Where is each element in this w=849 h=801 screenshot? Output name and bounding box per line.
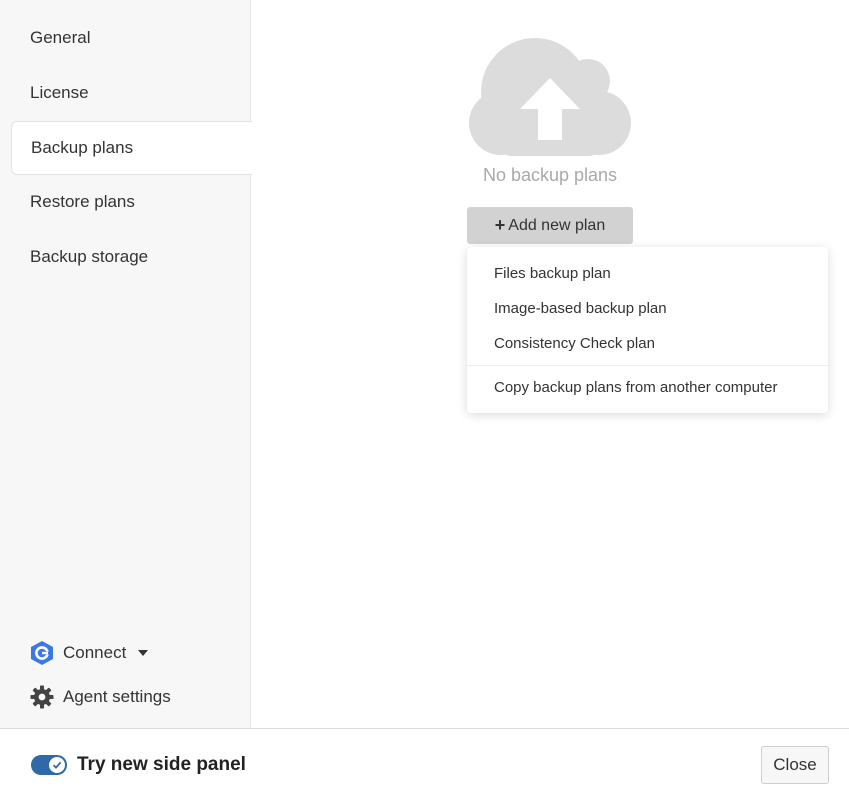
empty-state-text: No backup plans	[482, 165, 618, 185]
menu-item-consistency-check-plan[interactable]: Consistency Check plan	[467, 326, 828, 361]
add-new-plan-button[interactable]: + Add new plan	[467, 207, 633, 244]
sidebar-item-backup-plans[interactable]: Backup plans	[11, 121, 252, 175]
sidebar-item-label: License	[30, 83, 89, 102]
sidebar-item-general[interactable]: General	[0, 11, 251, 65]
menu-item-files-backup-plan[interactable]: Files backup plan	[467, 256, 828, 291]
menu-divider	[467, 365, 828, 366]
chevron-down-icon	[138, 650, 149, 656]
menu-item-image-based-backup-plan[interactable]: Image-based backup plan	[467, 291, 828, 326]
menu-item-label: Image-based backup plan	[494, 300, 667, 317]
app-window: General License Backup plans Restore pla…	[0, 0, 849, 801]
side-panel-toggle[interactable]	[31, 755, 67, 775]
connect-menu[interactable]: Connect	[30, 640, 149, 666]
menu-item-label: Files backup plan	[494, 265, 611, 282]
main-content: No backup plans + Add new plan Files bac…	[251, 0, 849, 728]
menu-item-label: Copy backup plans from another computer	[494, 379, 778, 396]
side-panel-toggle-label: Try new side panel	[77, 754, 246, 775]
sidebar-item-restore-plans[interactable]: Restore plans	[0, 175, 251, 229]
sidebar-item-label: Backup plans	[31, 138, 134, 157]
agent-settings-link[interactable]: Agent settings	[30, 685, 171, 709]
menu-item-label: Consistency Check plan	[494, 335, 655, 352]
sidebar-item-backup-storage[interactable]: Backup storage	[0, 230, 251, 284]
footer: Try new side panel Close	[0, 728, 849, 801]
sidebar-item-label: Restore plans	[30, 192, 135, 211]
check-icon	[49, 757, 65, 773]
add-new-plan-label: Add new plan	[508, 216, 606, 234]
gear-icon	[30, 685, 54, 709]
plus-icon: +	[494, 215, 506, 235]
connect-logo-icon	[30, 640, 54, 666]
add-plan-dropdown-menu: Files backup plan Image-based backup pla…	[467, 247, 828, 413]
sidebar-item-label: Backup storage	[30, 247, 149, 266]
close-button[interactable]: Close	[761, 746, 829, 784]
cloud-upload-icon	[468, 38, 632, 165]
sidebar: General License Backup plans Restore pla…	[0, 0, 252, 728]
sidebar-item-label: General	[30, 28, 91, 47]
menu-item-copy-backup-plans[interactable]: Copy backup plans from another computer	[467, 370, 828, 405]
agent-settings-label: Agent settings	[63, 687, 171, 706]
connect-label: Connect	[63, 643, 127, 662]
sidebar-item-license[interactable]: License	[0, 66, 251, 120]
